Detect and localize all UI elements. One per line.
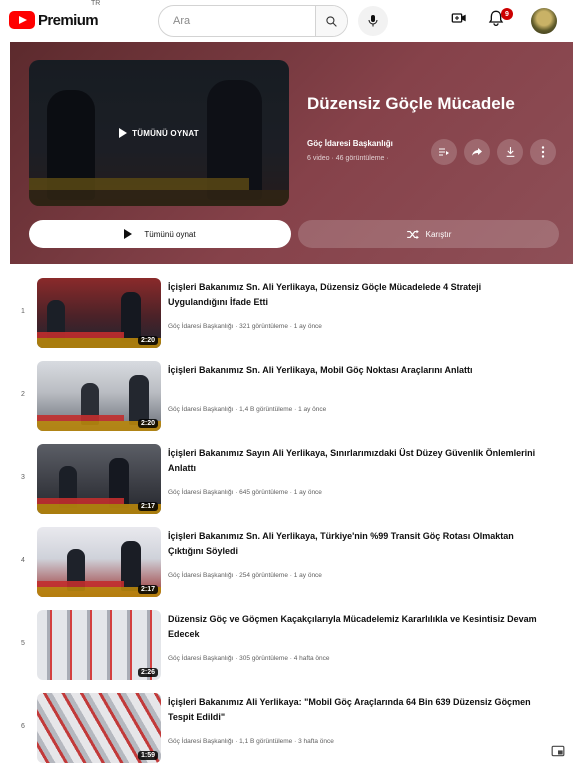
shuffle-icon xyxy=(406,229,419,239)
video-title[interactable]: İçişleri Bakanımız Sn. Ali Yerlikaya, Mo… xyxy=(168,363,538,378)
video-thumbnail[interactable]: 2:20 xyxy=(37,278,161,348)
logo-country-code: TR xyxy=(91,0,101,7)
video-title[interactable]: İçişleri Bakanımız Sn. Ali Yerlikaya, Dü… xyxy=(168,280,538,310)
more-options-button[interactable] xyxy=(530,139,556,165)
logo-text: Premium xyxy=(38,11,99,29)
create-button[interactable] xyxy=(451,11,467,30)
miniplayer-button[interactable] xyxy=(551,744,565,762)
shuffle-button[interactable]: Karıştır xyxy=(298,220,559,248)
share-button[interactable] xyxy=(464,139,490,165)
playlist-thumbnail[interactable]: TÜMÜNÜ OYNAT xyxy=(29,60,289,206)
youtube-play-icon xyxy=(9,11,35,29)
video-duration: 2:17 xyxy=(137,502,158,511)
video-index: 3 xyxy=(21,474,25,481)
search-box xyxy=(158,5,348,37)
playlist-header: TÜMÜNÜ OYNAT Düzensiz Göçle Mücadele Göç… xyxy=(10,42,573,264)
video-title[interactable]: İçişleri Bakanımız Ali Yerlikaya: "Mobil… xyxy=(168,695,538,725)
play-all-overlay[interactable]: TÜMÜNÜ OYNAT xyxy=(29,60,289,206)
thumbnail-person xyxy=(121,541,141,591)
download-button[interactable] xyxy=(497,139,523,165)
video-meta: Göç İdaresi Başkanlığı · 305 görüntüleme… xyxy=(168,655,330,662)
video-meta: Göç İdaresi Başkanlığı · 321 görüntüleme… xyxy=(168,323,322,330)
video-index: 5 xyxy=(21,640,25,647)
download-icon xyxy=(506,147,514,157)
playlist-video-row[interactable]: 1 2:20 İçişleri Bakanımız Sn. Ali Yerlik… xyxy=(0,275,573,355)
save-to-queue-button[interactable] xyxy=(431,139,457,165)
playlist-title: Düzensiz Göçle Mücadele xyxy=(307,94,515,113)
video-meta: Göç İdaresi Başkanlığı · 254 görüntüleme… xyxy=(168,572,322,579)
playlist-video-row[interactable]: 2 2:20 İçişleri Bakanımız Sn. Ali Yerlik… xyxy=(0,358,573,438)
playlist-channel-name[interactable]: Göç İdaresi Başkanlığı xyxy=(307,139,393,148)
video-duration: 1:59 xyxy=(137,751,158,760)
notification-badge: 9 xyxy=(501,8,513,20)
video-thumbnail[interactable]: 2:20 xyxy=(37,361,161,431)
play-icon xyxy=(119,128,128,138)
video-thumbnail[interactable]: 2:17 xyxy=(37,527,161,597)
play-all-overlay-label: TÜMÜNÜ OYNAT xyxy=(132,128,199,138)
video-duration: 2:17 xyxy=(137,585,158,594)
thumbnail-person xyxy=(121,292,141,342)
playlist-meta: 6 video · 46 görüntüleme · xyxy=(307,155,389,162)
search-button[interactable] xyxy=(315,6,347,36)
video-title[interactable]: Düzensiz Göç ve Göçmen Kaçakçılarıyla Mü… xyxy=(168,612,538,642)
playlist-video-row[interactable]: 6 1:59 İçişleri Bakanımız Ali Yerlikaya:… xyxy=(0,690,573,770)
play-all-button[interactable]: Tümünü oynat xyxy=(29,220,291,248)
youtube-premium-logo[interactable]: Premium xyxy=(9,9,99,31)
shuffle-label: Karıştır xyxy=(425,229,452,239)
play-icon xyxy=(124,229,133,239)
playlist-video-row[interactable]: 3 2:17 İçişleri Bakanımız Sayın Ali Yerl… xyxy=(0,441,573,521)
video-title[interactable]: İçişleri Bakanımız Sayın Ali Yerlikaya, … xyxy=(168,446,538,476)
playlist-video-row[interactable]: 4 2:17 İçişleri Bakanımız Sn. Ali Yerlik… xyxy=(0,524,573,604)
microphone-icon xyxy=(368,15,378,27)
video-thumbnail[interactable]: 1:59 xyxy=(37,693,161,763)
search-input[interactable] xyxy=(159,6,315,36)
top-bar: Premium TR 9 xyxy=(0,0,573,42)
video-meta: Göç İdaresi Başkanlığı · 1,4 B görüntüle… xyxy=(168,406,327,413)
video-index: 1 xyxy=(21,308,25,315)
playlist-video-row[interactable]: 5 2:26 Düzensiz Göç ve Göçmen Kaçakçılar… xyxy=(0,607,573,687)
video-duration: 2:26 xyxy=(137,668,158,677)
video-duration: 2:20 xyxy=(137,336,158,345)
voice-search-button[interactable] xyxy=(358,6,388,36)
video-index: 2 xyxy=(21,391,25,398)
video-meta: Göç İdaresi Başkanlığı · 645 görüntüleme… xyxy=(168,489,322,496)
play-all-label: Tümünü oynat xyxy=(144,229,196,239)
more-vert-icon xyxy=(541,146,545,158)
miniplayer-icon xyxy=(551,745,565,757)
video-duration: 2:20 xyxy=(137,419,158,428)
avatar[interactable] xyxy=(531,8,557,34)
create-video-icon xyxy=(451,13,466,23)
video-index: 6 xyxy=(21,723,25,730)
thumbnail-person xyxy=(129,375,149,425)
video-meta: Göç İdaresi Başkanlığı · 1,1 B görüntüle… xyxy=(168,738,334,745)
video-thumbnail[interactable]: 2:26 xyxy=(37,610,161,680)
video-thumbnail[interactable]: 2:17 xyxy=(37,444,161,514)
share-icon xyxy=(472,148,482,156)
search-icon xyxy=(326,15,337,27)
playlist-add-icon xyxy=(439,148,449,156)
video-title[interactable]: İçişleri Bakanımız Sn. Ali Yerlikaya, Tü… xyxy=(168,529,538,559)
video-index: 4 xyxy=(21,557,25,564)
